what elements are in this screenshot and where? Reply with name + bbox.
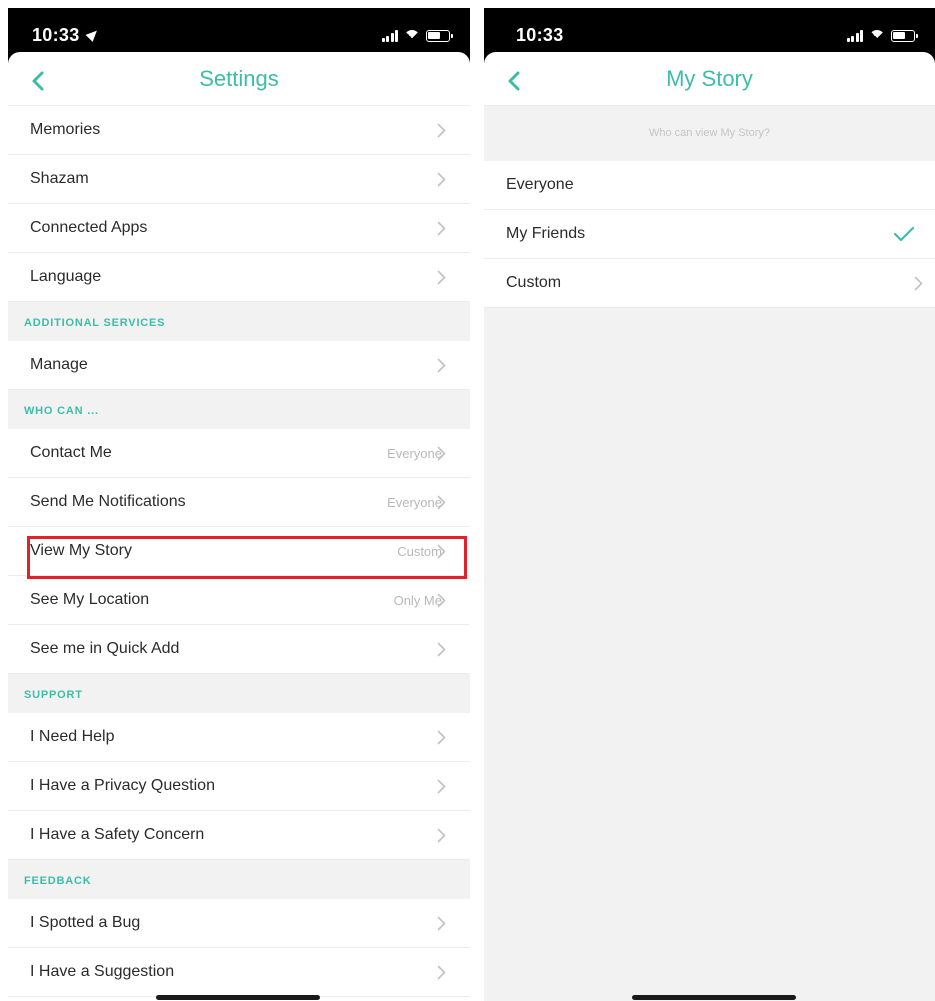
settings-item-label: I Have a Privacy Question	[30, 777, 215, 794]
home-indicator[interactable]	[156, 995, 320, 1000]
story-options-list: Everyone My Friends Custom	[484, 161, 935, 308]
settings-item-i-have-a-safety-concern[interactable]: I Have a Safety Concern	[8, 811, 470, 860]
settings-item-label: I Need Help	[30, 728, 115, 745]
chevron-right-icon	[437, 358, 446, 373]
settings-item-contact-me[interactable]: Contact Me Everyone	[8, 429, 470, 478]
settings-item-label: I Spotted a Bug	[30, 914, 141, 931]
checkmark-icon	[893, 225, 915, 243]
story-option-label: Everyone	[506, 176, 574, 193]
status-time: 10:33	[516, 25, 564, 45]
story-option-everyone[interactable]: Everyone	[484, 161, 935, 210]
chevron-right-icon	[437, 730, 446, 745]
settings-item-label: Connected Apps	[30, 219, 148, 236]
chevron-right-icon	[437, 221, 446, 236]
chevron-right-icon	[437, 495, 446, 510]
settings-item-value: Everyone	[387, 495, 442, 510]
chevron-right-icon	[437, 779, 446, 794]
section-header-label: ADDITIONAL SERVICES	[24, 317, 166, 329]
settings-item-i-spotted-a-bug[interactable]: I Spotted a Bug	[8, 899, 470, 948]
settings-item-label: I Have a Safety Concern	[30, 826, 205, 843]
section-header-additional-services: ADDITIONAL SERVICES	[8, 302, 470, 341]
page-title: Settings	[199, 66, 279, 91]
section-header-label: WHO CAN ...	[24, 405, 99, 417]
settings-item-label: Contact Me	[30, 444, 112, 461]
settings-item-memories[interactable]: Memories	[8, 106, 470, 155]
battery-icon	[891, 30, 918, 42]
settings-item-send-me-notifications[interactable]: Send Me Notifications Everyone	[8, 478, 470, 527]
cellular-signal-icon	[846, 30, 863, 42]
nav-bar: My Story	[484, 52, 935, 106]
story-option-my-friends[interactable]: My Friends	[484, 210, 935, 259]
wifi-icon	[869, 30, 885, 46]
settings-item-label: See me in Quick Add	[30, 640, 180, 657]
settings-item-value: Everyone	[387, 446, 442, 461]
settings-item-label: Shazam	[30, 170, 89, 187]
settings-item-connected-apps[interactable]: Connected Apps	[8, 204, 470, 253]
my-story-screen: 10:33 My Story Who can view My Story? Ev…	[484, 8, 935, 1001]
section-header-who-can: WHO CAN ...	[8, 390, 470, 429]
settings-item-language[interactable]: Language	[8, 253, 470, 302]
settings-item-label: See My Location	[30, 591, 150, 608]
battery-icon	[426, 30, 453, 42]
settings-item-see-me-in-quick-add[interactable]: See me in Quick Add	[8, 625, 470, 674]
location-arrow-icon	[85, 27, 101, 42]
chevron-right-icon	[437, 446, 446, 461]
chevron-right-icon	[437, 916, 446, 931]
settings-item-shazam[interactable]: Shazam	[8, 155, 470, 204]
chevron-right-icon	[437, 828, 446, 843]
chevron-right-icon	[437, 593, 446, 608]
chevron-right-icon	[914, 276, 923, 291]
question-text: Who can view My Story?	[648, 127, 771, 139]
settings-item-label: Memories	[30, 121, 101, 138]
wifi-icon	[404, 30, 420, 46]
chevron-right-icon	[437, 172, 446, 187]
section-header-label: FEEDBACK	[24, 875, 92, 887]
settings-item-label: Manage	[30, 356, 88, 373]
settings-item-i-have-a-suggestion[interactable]: I Have a Suggestion	[8, 948, 470, 997]
settings-item-label: Language	[30, 268, 102, 285]
story-option-label: Custom	[506, 274, 562, 291]
section-subheader: Who can view My Story?	[484, 106, 935, 161]
chevron-right-icon	[437, 642, 446, 657]
section-header-label: SUPPORT	[24, 689, 83, 701]
settings-item-manage[interactable]: Manage	[8, 341, 470, 390]
page-title: My Story	[666, 66, 753, 91]
settings-item-value: Only Me	[393, 593, 442, 608]
section-header-support: SUPPORT	[8, 674, 470, 713]
story-option-label: My Friends	[506, 225, 586, 242]
settings-item-i-need-help[interactable]: I Need Help	[8, 713, 470, 762]
settings-item-label: Send Me Notifications	[30, 493, 186, 510]
nav-bar: Settings	[8, 52, 470, 106]
settings-item-label: I Have a Suggestion	[30, 963, 175, 980]
story-option-custom[interactable]: Custom	[484, 259, 935, 308]
chevron-right-icon	[437, 270, 446, 285]
status-icons	[846, 28, 918, 46]
home-indicator[interactable]	[632, 995, 796, 1000]
chevron-right-icon	[437, 123, 446, 138]
settings-screen: 10:33 Settings Memories Shazam Connected A…	[8, 8, 470, 1001]
status-time: 10:33	[32, 25, 80, 45]
cellular-signal-icon	[381, 30, 398, 42]
settings-item-see-my-location[interactable]: See My Location Only Me	[8, 576, 470, 625]
status-icons	[381, 28, 453, 46]
section-header-feedback: FEEDBACK	[8, 860, 470, 899]
highlight-box	[27, 536, 467, 579]
chevron-right-icon	[437, 965, 446, 980]
settings-item-i-have-a-privacy-question[interactable]: I Have a Privacy Question	[8, 762, 470, 811]
